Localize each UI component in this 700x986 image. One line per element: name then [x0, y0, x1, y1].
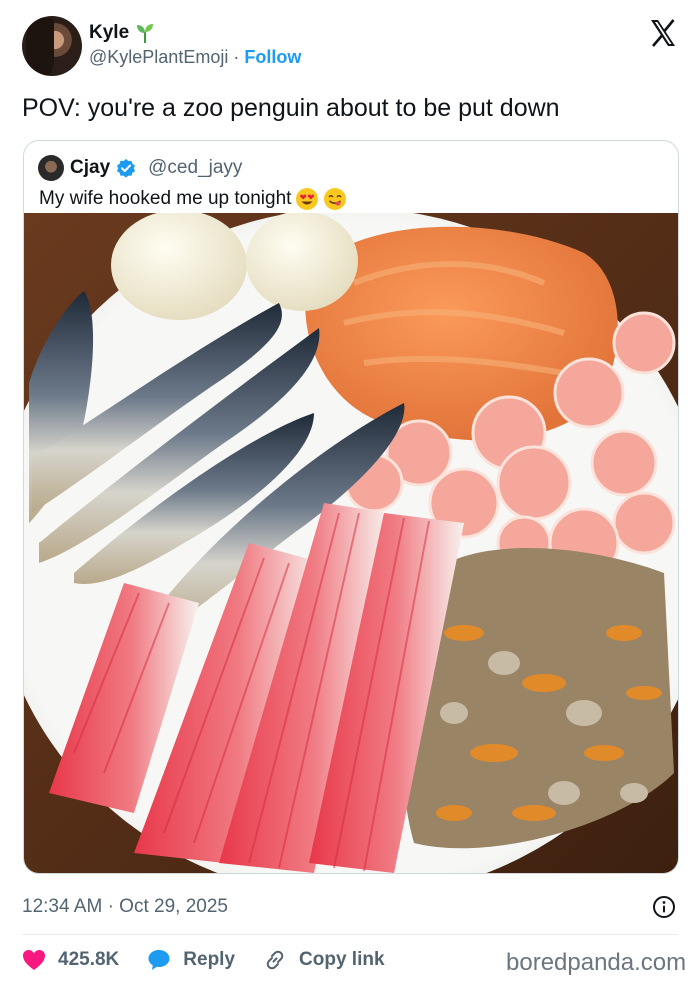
tweet-date[interactable]: Oct 29, 2025 — [119, 896, 228, 917]
author-handle-row: @KylePlantEmoji · Follow — [89, 47, 301, 68]
quoted-text-row: My wife hooked me up tonight — [39, 187, 347, 211]
copy-link-label: Copy link — [299, 949, 385, 970]
tweet-header: Kyle @KylePlantEmoji · Follow — [22, 16, 682, 78]
divider — [22, 934, 678, 935]
heart-icon — [23, 950, 45, 970]
author-display-name[interactable]: Kyle — [89, 22, 129, 44]
timestamp-separator: · — [107, 896, 114, 917]
like-count: 425.8K — [58, 949, 120, 970]
tweet-timestamp[interactable]: 12:34 AM · Oct 29, 2025 — [22, 896, 228, 918]
copy-link-button[interactable]: Copy link — [263, 948, 385, 972]
handle-separator: · — [233, 47, 240, 67]
follow-button[interactable]: Follow — [244, 47, 301, 67]
verified-badge-icon — [117, 159, 136, 178]
reply-bubble-icon — [148, 950, 170, 970]
quoted-avatar — [38, 155, 64, 181]
action-bar: 425.8K Reply Copy link — [22, 944, 413, 976]
watermark: boredpanda.com — [506, 949, 687, 976]
author-name-row: Kyle — [89, 22, 155, 44]
author-handle[interactable]: @KylePlantEmoji — [89, 47, 228, 67]
author-avatar[interactable] — [22, 16, 82, 76]
reply-button[interactable]: Reply — [147, 948, 235, 972]
tweet-time[interactable]: 12:34 AM — [22, 896, 102, 917]
seedling-icon — [137, 24, 154, 43]
quoted-text: My wife hooked me up tonight — [39, 188, 292, 209]
quoted-tweet[interactable]: Cjay @ced_jayy My wife hooked me up toni… — [23, 140, 679, 874]
reply-label: Reply — [183, 949, 236, 970]
link-icon — [266, 950, 284, 970]
like-button[interactable]: 425.8K — [22, 949, 119, 971]
quoted-header: Cjay @ced_jayy — [38, 155, 242, 181]
yum-emoji — [324, 188, 347, 210]
x-logo-icon[interactable] — [648, 18, 678, 48]
quoted-handle: @ced_jayy — [148, 157, 243, 178]
quoted-display-name: Cjay — [70, 157, 111, 178]
seafood-plate-photo[interactable] — [24, 213, 679, 874]
tweet-text: POV: you're a zoo penguin about to be pu… — [22, 94, 560, 122]
heart-eyes-emoji — [296, 188, 319, 210]
info-icon[interactable] — [652, 895, 676, 919]
